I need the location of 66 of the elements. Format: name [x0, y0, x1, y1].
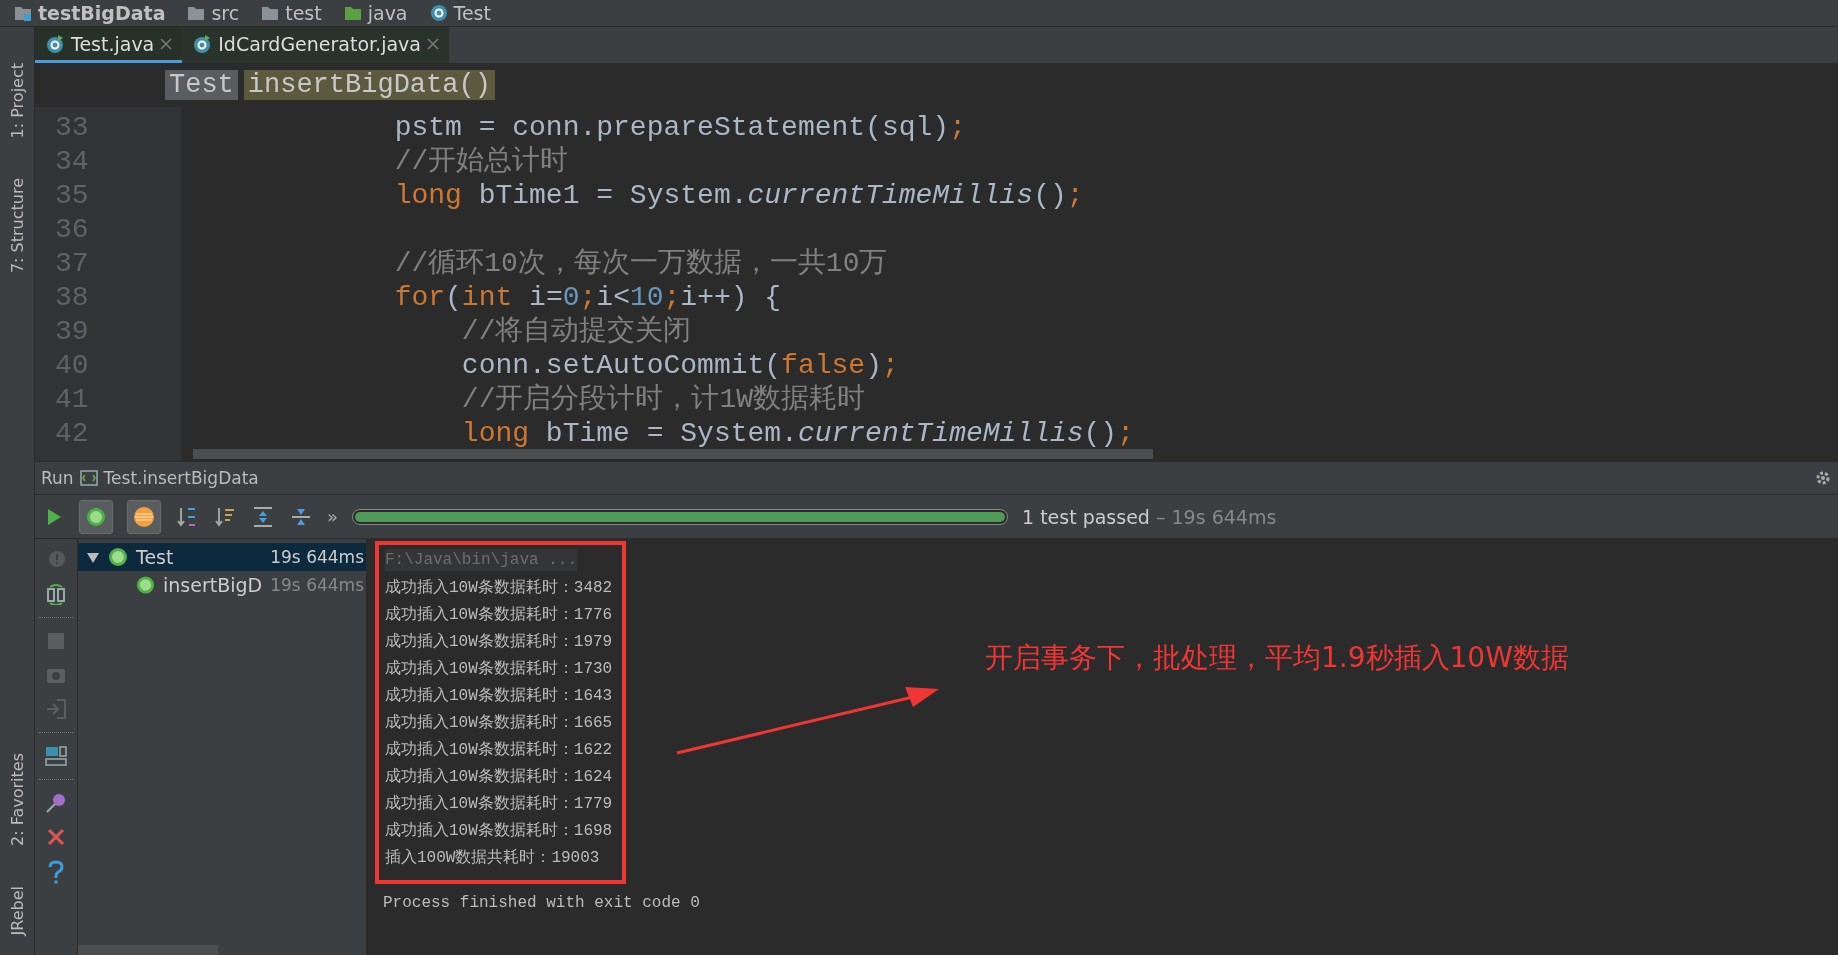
ok-icon: [85, 505, 107, 528]
expand-all-icon[interactable]: [251, 504, 275, 529]
run-config-icon: [79, 470, 98, 486]
console-line: 成功插入10W条数据耗时：1622: [385, 740, 613, 761]
console-line: 插入100W数据共耗时：19003: [385, 848, 601, 869]
code-line: long bTime = System.currentTimeMillis();: [460, 418, 1134, 449]
folder-icon: [187, 5, 206, 21]
console-line: 成功插入10W条数据耗时：3482: [385, 578, 613, 599]
test-status: 1 test passed – 19s 644ms: [1022, 505, 1277, 528]
folder-icon: [343, 5, 362, 21]
scrollbar[interactable]: [193, 449, 1153, 459]
breadcrumb-item[interactable]: Test: [429, 3, 491, 23]
breadcrumb-item[interactable]: testBigData: [14, 3, 166, 23]
console-line: 成功插入10W条数据耗时：1979: [385, 632, 613, 653]
class-icon: [192, 33, 213, 54]
breadcrumb-item[interactable]: test: [261, 3, 322, 23]
class-icon: [45, 33, 65, 54]
console-line: 成功插入10W条数据耗时：1665: [385, 713, 613, 734]
code-line: //开启分段计时，计1W数据耗时: [460, 384, 866, 415]
code-line: for(int i=0;i<10;i++) {: [393, 282, 782, 313]
code-line: //循环10次，每次一万数据，一共10万: [393, 248, 888, 279]
folder-icon: [14, 5, 32, 21]
help-icon[interactable]: [47, 860, 65, 884]
console-line: 成功插入10W条数据耗时：1776: [385, 605, 613, 626]
annotation-text: 开启事务下，批处理，平均1.9秒插入10W数据: [985, 640, 1569, 676]
console-line: 成功插入10W条数据耗时：1779: [385, 794, 613, 815]
ok-icon: [108, 547, 128, 567]
code-line: pstm = conn.prepareStatement(sql);: [393, 112, 966, 143]
folder-icon: [261, 5, 280, 21]
run-config-tab[interactable]: Test.insertBigData: [103, 468, 259, 488]
code-line: long bTime1 = System.currentTimeMillis();: [393, 180, 1084, 211]
close-icon[interactable]: [160, 37, 173, 50]
settings-icon[interactable]: [1814, 469, 1832, 487]
side-tab[interactable]: 7: Structure: [7, 178, 27, 274]
breadcrumb-item[interactable]: src: [187, 3, 240, 23]
more-button[interactable]: »: [327, 506, 338, 527]
code-line: //将自动提交关闭: [460, 316, 692, 347]
toggle-icon[interactable]: [45, 583, 67, 605]
close-icon[interactable]: [426, 37, 439, 50]
editor-tab[interactable]: IdCardGenerator.java: [182, 27, 449, 63]
console-line: 成功插入10W条数据耗时：1624: [385, 767, 613, 788]
breadcrumb-item[interactable]: java: [343, 3, 408, 23]
scrollbar[interactable]: [78, 945, 218, 955]
code-breadcrumb[interactable]: insertBigData(): [243, 70, 495, 100]
side-tab[interactable]: 2: Favorites: [7, 752, 27, 846]
ok-icon: [136, 575, 156, 595]
layout-icon[interactable]: [44, 745, 68, 767]
side-tab[interactable]: 1: Project: [7, 63, 27, 139]
console-line: Process finished with exit code 0: [382, 893, 701, 914]
console-line: 成功插入10W条数据耗时：1643: [385, 686, 613, 707]
code-line: conn.setAutoCommit(false);: [460, 350, 899, 381]
ignored-filter-toggle[interactable]: [127, 499, 161, 534]
console-line: 成功插入10W条数据耗时：1730: [385, 659, 613, 680]
console-line: 成功插入10W条数据耗时：1698: [385, 821, 613, 842]
test-tree-item[interactable]: Test 19s 644ms: [78, 543, 366, 571]
editor-tab[interactable]: Test.java: [35, 27, 183, 63]
circle-icon: [132, 504, 156, 529]
close-icon[interactable]: [45, 826, 67, 848]
panel-title: Run: [41, 468, 74, 488]
code-breadcrumb[interactable]: Test: [165, 70, 238, 100]
test-tree-item[interactable]: insertBigD 19s 644ms: [78, 571, 366, 599]
side-tab[interactable]: JRebel: [7, 885, 27, 935]
class-icon: [429, 4, 448, 22]
passed-filter-toggle[interactable]: [79, 499, 113, 534]
code-line: //开始总计时: [393, 146, 569, 177]
pin-icon[interactable]: [45, 792, 67, 814]
